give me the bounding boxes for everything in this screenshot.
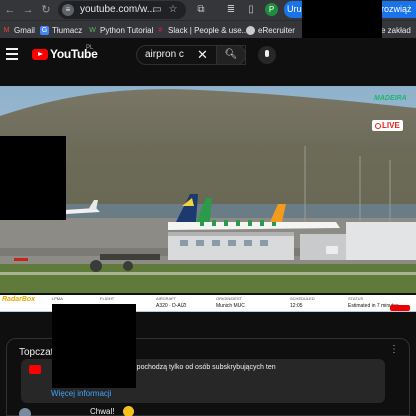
extensions-icon[interactable]: ⧉ [194, 3, 208, 17]
bookmark-label: Slack | People & use... [168, 25, 249, 35]
bookmark-label: Python Tutorial [100, 25, 154, 35]
forward-icon[interactable]: → [20, 2, 36, 18]
chat-title[interactable]: Topczat [19, 347, 53, 358]
bookmark-label: eRecruiter [258, 25, 295, 35]
search-button[interactable]: 🔍︎ [216, 45, 246, 65]
bookmark-erecruiter[interactable]: eRecruiter [246, 23, 295, 37]
bookmark-translate[interactable]: G Tłumacz [40, 23, 82, 37]
bookmark-other[interactable]: e zakład [381, 23, 411, 37]
live-badge: LIVE [372, 120, 403, 131]
menu-icon[interactable] [6, 48, 18, 60]
laughing-emoji-icon [123, 406, 134, 416]
live-icon [375, 122, 381, 129]
bookmark-label: Tłumacz [52, 25, 83, 35]
search-icon: 🔍︎ [224, 49, 238, 60]
bookmark-star-icon[interactable]: ☆ [166, 3, 180, 17]
redaction-block [302, 0, 382, 38]
info-header: AIRCRAFT [156, 296, 176, 301]
channel-logo-text: MADEIRA [374, 95, 407, 102]
region-code: PL [86, 45, 94, 51]
reload-icon[interactable]: ↻ [38, 2, 54, 18]
info-scheduled: 12:05 [290, 303, 303, 309]
screen: ← → ↻ ≡ youtube.com/w... ▭ ☆ ⧉ ≣ ▯ P Uru… [0, 0, 416, 416]
install-app-icon[interactable]: ▭ [150, 3, 164, 17]
voice-search-button[interactable] [258, 46, 276, 64]
info-header: STATUS [348, 296, 364, 301]
bookmark-python[interactable]: W Python Tutorial [88, 23, 153, 37]
translate-icon: G [40, 25, 49, 35]
slack-icon: # [158, 26, 163, 34]
profile-avatar[interactable]: P [265, 3, 278, 16]
live-label: LIVE [382, 121, 400, 130]
avatar[interactable] [19, 408, 31, 416]
radarbox-logo: RadarBox [2, 296, 36, 303]
redaction-block [52, 304, 136, 388]
search-query: airpron c [145, 49, 184, 60]
info-aircraft: A320 · D-AIZI [156, 303, 187, 309]
youtube-logo-icon[interactable] [32, 49, 48, 60]
clear-search-icon[interactable]: ✕ [197, 47, 208, 63]
bookmark-label: e zakład [381, 25, 411, 35]
info-origin: Munich MUC [216, 303, 245, 309]
back-icon[interactable]: ← [2, 2, 18, 18]
info-header: LPMA [52, 296, 63, 301]
redaction-block [0, 136, 66, 220]
youtube-watermark-icon [390, 305, 410, 311]
reading-list-icon[interactable]: ≣ [224, 3, 238, 17]
message-text: Chwal! [90, 407, 115, 416]
site-info-icon[interactable]: ≡ [62, 4, 74, 16]
info-header: FLIGHT [100, 296, 115, 301]
learn-more-link[interactable]: Więcej informacji [51, 389, 111, 398]
url-text: youtube.com/w... [80, 4, 156, 15]
youtube-header: YouTube PL airpron c ✕ 🔍︎ [0, 38, 416, 72]
update-button-tail[interactable]: rozwiąż [381, 1, 416, 18]
bookmark-label: Gmail [14, 25, 35, 35]
chat-message: Chwal! [19, 406, 239, 416]
info-header: ORIGIN/DEST [216, 296, 243, 301]
side-panel-icon[interactable]: ▯ [244, 3, 258, 17]
w3schools-icon: W [89, 26, 96, 34]
channel-logo: MADEIRA [372, 92, 412, 110]
info-header: SCHEDULED [290, 296, 315, 301]
mic-icon [265, 50, 269, 57]
bookmark-slack[interactable]: # Slack | People & use... [156, 23, 249, 37]
erecruiter-icon [246, 25, 255, 35]
youtube-icon [29, 365, 41, 374]
gmail-icon: M [3, 26, 10, 34]
more-vert-icon[interactable]: ⋮ [389, 345, 399, 355]
bookmark-gmail[interactable]: M Gmail [2, 23, 35, 37]
